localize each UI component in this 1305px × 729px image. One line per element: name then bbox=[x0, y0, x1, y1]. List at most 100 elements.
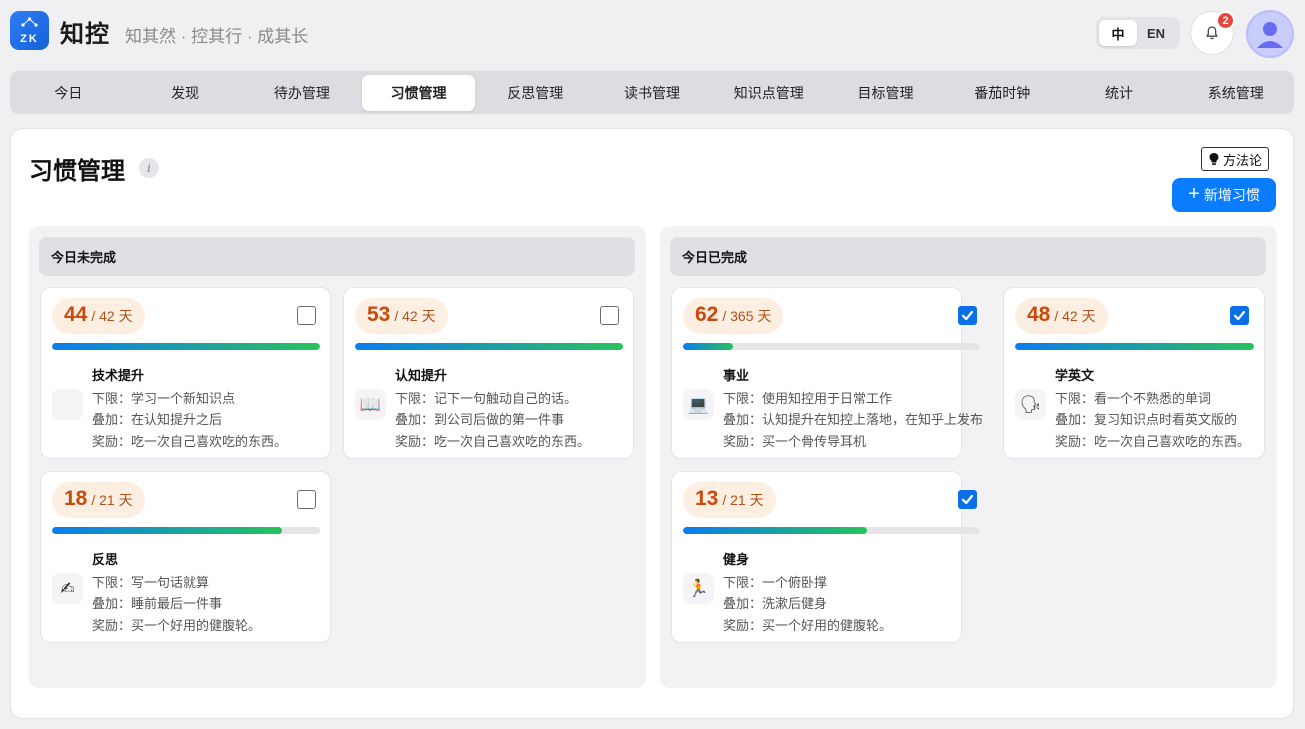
nav-goals[interactable]: 目标管理 bbox=[829, 75, 942, 111]
habit-name: 学英文 bbox=[1055, 368, 1095, 383]
nav-discover[interactable]: 发现 bbox=[129, 75, 242, 111]
habit-checkbox[interactable] bbox=[297, 490, 316, 509]
nav-today[interactable]: 今日 bbox=[12, 75, 125, 111]
habit-reward: 奖励：吃一次自己喜欢吃的东西。 bbox=[92, 434, 288, 449]
bell-icon bbox=[1206, 26, 1218, 40]
streak-count: 48 bbox=[1027, 303, 1051, 326]
lang-zh-button[interactable]: 中 bbox=[1099, 20, 1137, 46]
habit-card[interactable]: 18 / 21 天 反思 ✍ 下限：写一句话就算 叠加：睡前最后一件事 奖励：买… bbox=[40, 471, 331, 643]
habit-lower-bound: 下限：使用知控用于日常工作 bbox=[723, 391, 893, 406]
habit-name: 事业 bbox=[723, 368, 750, 383]
habit-stacking: 叠加：复习知识点时看英文版的 bbox=[1055, 412, 1238, 427]
habit-reward: 奖励：买一个好用的健腹轮。 bbox=[92, 618, 262, 633]
habit-card[interactable]: 53 / 42 天 认知提升 📖 下限：记下一句触动自己的话。 叠加：到公司后做… bbox=[343, 287, 634, 459]
habit-card[interactable]: 48 / 42 天 学英文 🗣 下限：看一个不熟悉的单词 叠加：复习知识点时看英… bbox=[1003, 287, 1265, 459]
notification-badge: 2 bbox=[1216, 11, 1235, 30]
habit-card[interactable]: 44 / 42 天 技术提升 下限：学习一个新知识点 叠加：在认知提升之后 奖励… bbox=[40, 287, 331, 459]
methodology-button[interactable]: 方法论 bbox=[1201, 147, 1270, 171]
habit-progress bbox=[52, 527, 320, 534]
habit-reward: 奖励：买一个好用的健腹轮。 bbox=[723, 618, 893, 633]
checkmark-icon bbox=[961, 494, 974, 505]
streak-goal: / 21 天 bbox=[91, 492, 133, 508]
habit-lower-bound: 下限：记下一句触动自己的话。 bbox=[395, 391, 578, 406]
habit-lower-bound: 下限：一个俯卧撑 bbox=[723, 575, 828, 590]
habit-stacking: 叠加：睡前最后一件事 bbox=[92, 596, 223, 611]
nav-knowledge[interactable]: 知识点管理 bbox=[712, 75, 825, 111]
progress-fill bbox=[683, 343, 734, 350]
habit-reward: 奖励：买一个骨传导耳机 bbox=[723, 434, 867, 449]
streak-badge: 48 / 42 天 bbox=[1015, 298, 1108, 334]
blank-icon bbox=[52, 389, 83, 420]
habit-stacking: 叠加：在认知提升之后 bbox=[92, 412, 223, 427]
progress-fill bbox=[52, 527, 282, 534]
app-header: ZK 知控 知其然 · 控其行 · 成其长 中 EN 2 bbox=[0, 0, 1305, 64]
habit-name: 认知提升 bbox=[395, 368, 448, 383]
streak-goal: / 42 天 bbox=[1054, 308, 1096, 324]
habit-reward: 奖励：吃一次自己喜欢吃的东西。 bbox=[395, 434, 591, 449]
lang-en-button[interactable]: EN bbox=[1137, 20, 1175, 46]
nav-todo[interactable]: 待办管理 bbox=[245, 75, 358, 111]
habit-lower-bound: 下限：写一句话就算 bbox=[92, 575, 210, 590]
lightbulb-icon bbox=[1209, 153, 1219, 165]
user-icon bbox=[1257, 22, 1283, 48]
language-switch: 中 EN bbox=[1096, 17, 1180, 49]
book-icon: 📖 bbox=[355, 389, 386, 420]
streak-goal: / 42 天 bbox=[91, 308, 133, 324]
habit-progress bbox=[52, 343, 320, 350]
nav-habits[interactable]: 习惯管理 bbox=[362, 74, 475, 111]
streak-badge: 44 / 42 天 bbox=[52, 298, 145, 334]
incomplete-header: 今日未完成 bbox=[39, 237, 635, 276]
app-tagline: 知其然 · 控其行 · 成其长 bbox=[125, 27, 309, 46]
streak-goal: / 42 天 bbox=[394, 308, 436, 324]
habit-progress bbox=[1015, 343, 1254, 350]
streak-count: 53 bbox=[367, 303, 391, 326]
habit-progress bbox=[683, 343, 980, 350]
nav-system[interactable]: 系统管理 bbox=[1179, 75, 1292, 111]
nav-stats[interactable]: 统计 bbox=[1063, 75, 1176, 111]
streak-badge: 13 / 21 天 bbox=[683, 482, 776, 518]
habit-checkbox-checked[interactable] bbox=[1230, 306, 1249, 325]
streak-count: 62 bbox=[695, 303, 719, 326]
habit-lower-bound: 下限：学习一个新知识点 bbox=[92, 391, 236, 406]
streak-badge: 18 / 21 天 bbox=[52, 482, 145, 518]
streak-count: 13 bbox=[695, 487, 719, 510]
nav-reflection[interactable]: 反思管理 bbox=[479, 75, 592, 111]
progress-fill bbox=[52, 343, 320, 350]
app-logo[interactable]: ZK bbox=[10, 11, 49, 50]
streak-count: 18 bbox=[64, 487, 88, 510]
habit-checkbox[interactable] bbox=[297, 306, 316, 325]
app-name: 知控 bbox=[60, 21, 110, 48]
streak-badge: 53 / 42 天 bbox=[355, 298, 448, 334]
page-title: 习惯管理 bbox=[29, 158, 125, 185]
writing-hand-icon: ✍ bbox=[52, 573, 83, 604]
methodology-label: 方法论 bbox=[1223, 152, 1263, 168]
checkmark-icon bbox=[961, 310, 974, 321]
habit-checkbox-checked[interactable] bbox=[958, 306, 977, 325]
habit-name: 健身 bbox=[723, 552, 750, 567]
nav-reading[interactable]: 读书管理 bbox=[596, 75, 709, 111]
habit-card[interactable]: 62 / 365 天 事业 💻 下限：使用知控用于日常工作 叠加：认知提升在知控… bbox=[671, 287, 983, 459]
habit-checkbox[interactable] bbox=[600, 306, 619, 325]
habit-stacking: 叠加：洗漱后健身 bbox=[723, 596, 828, 611]
progress-fill bbox=[355, 343, 623, 350]
streak-badge: 62 / 365 天 bbox=[683, 298, 784, 334]
speaking-head-icon: 🗣 bbox=[1015, 389, 1046, 420]
habit-stacking: 叠加：到公司后做的第一件事 bbox=[395, 412, 565, 427]
info-icon[interactable]: i bbox=[139, 158, 159, 178]
user-avatar[interactable] bbox=[1246, 10, 1294, 58]
streak-goal: / 365 天 bbox=[722, 308, 772, 324]
habit-stacking: 叠加：认知提升在知控上落地，在知乎上发布 bbox=[723, 412, 984, 427]
complete-header: 今日已完成 bbox=[670, 237, 1266, 276]
main-nav: 今日 发现 待办管理 习惯管理 反思管理 读书管理 知识点管理 目标管理 番茄时… bbox=[10, 71, 1294, 114]
habit-checkbox-checked[interactable] bbox=[958, 490, 977, 509]
habit-card[interactable]: 13 / 21 天 健身 🏃 下限：一个俯卧撑 叠加：洗漱后健身 奖励：买一个好… bbox=[671, 471, 980, 643]
checkmark-icon bbox=[1233, 310, 1246, 321]
nav-pomodoro[interactable]: 番茄时钟 bbox=[946, 75, 1059, 111]
habit-name: 技术提升 bbox=[92, 368, 145, 383]
habits-panel: 习惯管理 i 方法论 + 新增习惯 今日未完成 44 / 42 天 技术提升 下… bbox=[10, 128, 1294, 719]
streak-goal: / 21 天 bbox=[722, 492, 764, 508]
plus-icon: + bbox=[1188, 183, 1200, 205]
habit-progress bbox=[683, 527, 980, 534]
add-habit-button[interactable]: + 新增习惯 bbox=[1172, 178, 1276, 212]
habit-lower-bound: 下限：看一个不熟悉的单词 bbox=[1055, 391, 1212, 406]
